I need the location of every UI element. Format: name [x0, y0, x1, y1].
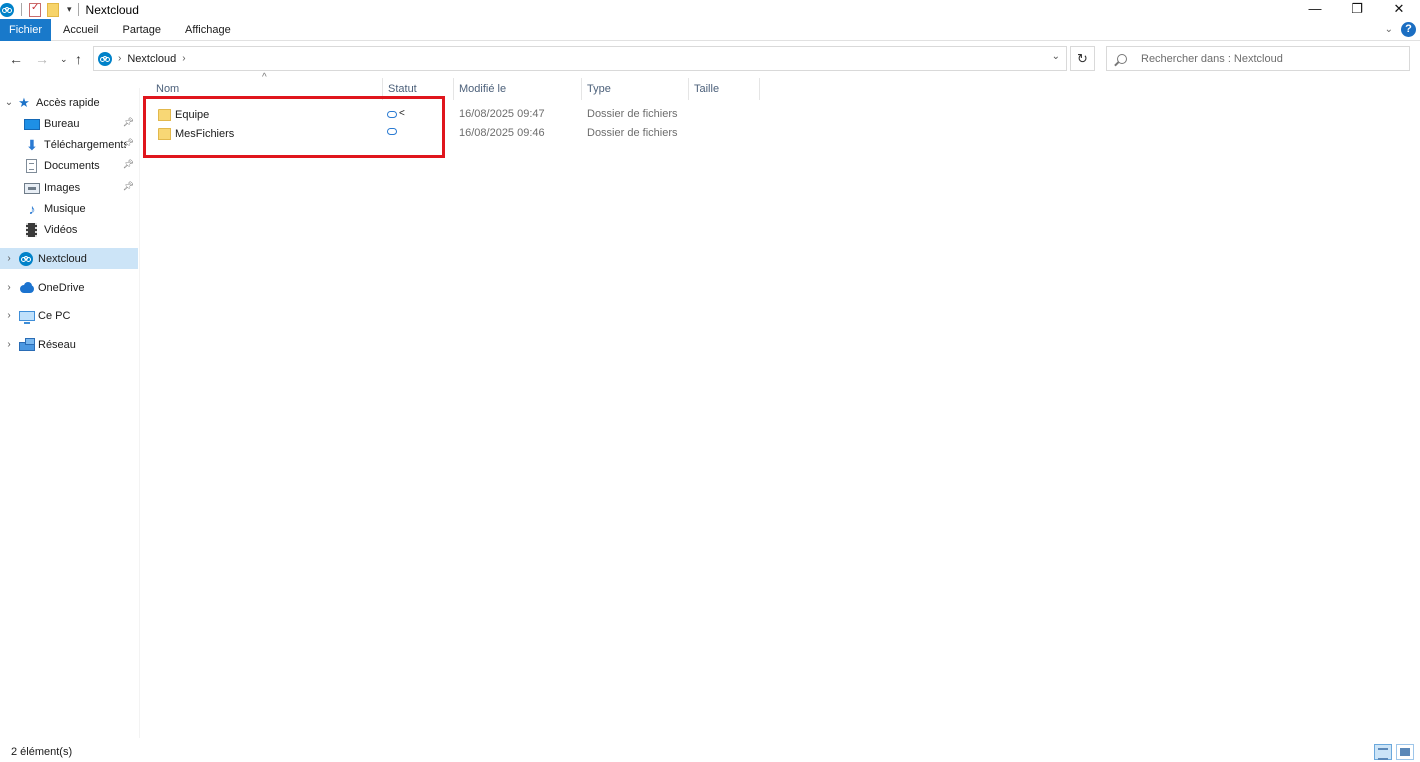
tab-fichier[interactable]: Fichier: [0, 18, 52, 41]
close-button[interactable]: ✕: [1378, 0, 1420, 19]
title-bar: ▾ Nextcloud — ❐ ✕: [0, 0, 1420, 19]
sidebar-item-label: Vidéos: [44, 223, 78, 236]
quick-access-toolbar: ▾: [0, 0, 86, 19]
sidebar-item-onedrive[interactable]: › OneDrive: [0, 277, 138, 298]
collapse-chevron-icon[interactable]: ⌄: [2, 97, 16, 108]
restore-button[interactable]: ❐: [1336, 0, 1378, 19]
file-type: Dossier de fichiers: [587, 127, 678, 139]
file-modified: 16/08/2025 09:47: [459, 108, 545, 120]
divider: [77, 3, 79, 16]
sidebar-item-label: Accès rapide: [36, 96, 100, 109]
column-header-size[interactable]: Taille: [690, 80, 758, 100]
sidebar-item-ce-pc[interactable]: › Ce PC: [0, 305, 138, 326]
sidebar-item-label: Téléchargements: [44, 138, 126, 151]
breadcrumb-chevron-icon[interactable]: ›: [182, 53, 185, 64]
nextcloud-icon[interactable]: [0, 2, 14, 17]
properties-icon[interactable]: [29, 2, 41, 17]
sidebar-item-documents[interactable]: Documents 📌︎: [0, 155, 138, 176]
back-arrow-icon[interactable]: ←: [9, 51, 23, 67]
search-icon: [1117, 53, 1127, 64]
video-icon: [26, 222, 37, 237]
sidebar-item-label: OneDrive: [38, 281, 85, 294]
tab-affichage[interactable]: Affichage: [173, 19, 243, 41]
highlight-annotation-box: [143, 96, 445, 158]
pictures-icon: [24, 183, 40, 194]
window-controls: — ❐ ✕: [1294, 0, 1420, 19]
column-divider[interactable]: [759, 78, 760, 100]
music-icon: ♪: [28, 200, 36, 217]
divider: [21, 3, 22, 16]
file-type: Dossier de fichiers: [587, 108, 678, 120]
sidebar-item-telechargements[interactable]: ⬇ Téléchargements 📌︎: [0, 134, 138, 155]
pin-icon: 📌︎: [122, 138, 134, 148]
expand-chevron-icon[interactable]: ›: [2, 253, 16, 264]
sidebar-item-reseau[interactable]: › Réseau: [0, 334, 138, 355]
file-modified: 16/08/2025 09:46: [459, 127, 545, 139]
column-header-modified[interactable]: Modifié le: [455, 80, 580, 100]
view-switcher: [1370, 744, 1414, 760]
sidebar-item-label: Musique: [44, 202, 86, 215]
breadcrumb-chevron-icon[interactable]: ›: [118, 53, 121, 64]
minimize-button[interactable]: —: [1294, 0, 1336, 19]
navigation-bar: ← → ⌄ ↑ › Nextcloud › ⌄ ↻: [0, 41, 1420, 76]
recent-locations-chevron-icon[interactable]: ⌄: [60, 54, 68, 65]
refresh-button[interactable]: ↻: [1070, 46, 1095, 71]
sidebar-item-label: Bureau: [44, 117, 80, 130]
column-divider[interactable]: [453, 78, 454, 100]
address-bar[interactable]: › Nextcloud › ⌄: [93, 46, 1067, 71]
navigation-pane: ⌄ ★ Accès rapide Bureau 📌︎ ⬇ Téléchargem…: [0, 88, 140, 738]
column-header-type[interactable]: Type: [583, 80, 687, 100]
sidebar-item-label: Nextcloud: [38, 252, 87, 265]
sidebar-item-bureau[interactable]: Bureau 📌︎: [0, 113, 138, 134]
expand-chevron-icon[interactable]: ›: [2, 282, 16, 293]
column-divider[interactable]: [581, 78, 582, 100]
sidebar-item-images[interactable]: Images 📌︎: [0, 177, 138, 198]
status-bar: 2 élément(s): [0, 744, 1420, 762]
window-title: Nextcloud: [85, 2, 139, 17]
up-arrow-icon[interactable]: ↑: [75, 51, 82, 67]
large-icons-view-icon[interactable]: [1396, 744, 1414, 760]
sidebar-item-label: Ce PC: [38, 309, 71, 322]
download-icon: ⬇: [26, 136, 38, 153]
details-view-icon[interactable]: [1374, 744, 1392, 760]
expand-chevron-icon[interactable]: ›: [2, 310, 16, 321]
nextcloud-icon: [98, 51, 112, 66]
search-input[interactable]: [1141, 52, 1401, 65]
search-box[interactable]: [1106, 46, 1410, 71]
computer-icon: [19, 311, 35, 324]
pin-icon: 📌︎: [122, 181, 134, 191]
tab-accueil[interactable]: Accueil: [51, 19, 110, 41]
item-count: 2 élément(s): [11, 746, 73, 758]
document-icon: [26, 158, 37, 173]
sidebar-item-label: Images: [44, 181, 81, 194]
expand-ribbon-chevron-icon[interactable]: ⌄: [1385, 24, 1393, 35]
forward-arrow-icon[interactable]: →: [35, 51, 49, 67]
desktop-icon: [24, 119, 40, 130]
expand-chevron-icon[interactable]: ›: [2, 339, 16, 350]
sidebar-item-quick-access[interactable]: ⌄ ★ Accès rapide: [0, 92, 138, 113]
breadcrumb-nextcloud[interactable]: Nextcloud: [127, 53, 176, 65]
pin-icon: 📌︎: [122, 117, 134, 127]
column-divider[interactable]: [688, 78, 689, 100]
tab-partage[interactable]: Partage: [110, 19, 173, 41]
sidebar-item-label: Documents: [44, 159, 100, 172]
nextcloud-icon: [19, 251, 33, 266]
ribbon-right: ⌄ ?: [1385, 22, 1416, 37]
ribbon-tabs: Fichier Accueil Partage Affichage ⌄ ?: [0, 18, 1420, 41]
sidebar-item-nextcloud[interactable]: › Nextcloud: [0, 248, 138, 269]
onedrive-icon: [19, 281, 35, 295]
customize-toolbar-chevron-icon[interactable]: ▾: [67, 4, 72, 15]
star-icon: ★: [18, 94, 30, 110]
sidebar-item-musique[interactable]: ♪ Musique: [0, 198, 138, 219]
address-dropdown-chevron-icon[interactable]: ⌄: [1052, 51, 1060, 62]
help-icon[interactable]: ?: [1401, 22, 1416, 37]
network-icon: [19, 337, 35, 351]
new-folder-icon[interactable]: [47, 2, 59, 17]
sidebar-item-label: Réseau: [38, 338, 76, 351]
pin-icon: 📌︎: [122, 159, 134, 169]
sidebar-item-videos[interactable]: Vidéos: [0, 219, 138, 240]
